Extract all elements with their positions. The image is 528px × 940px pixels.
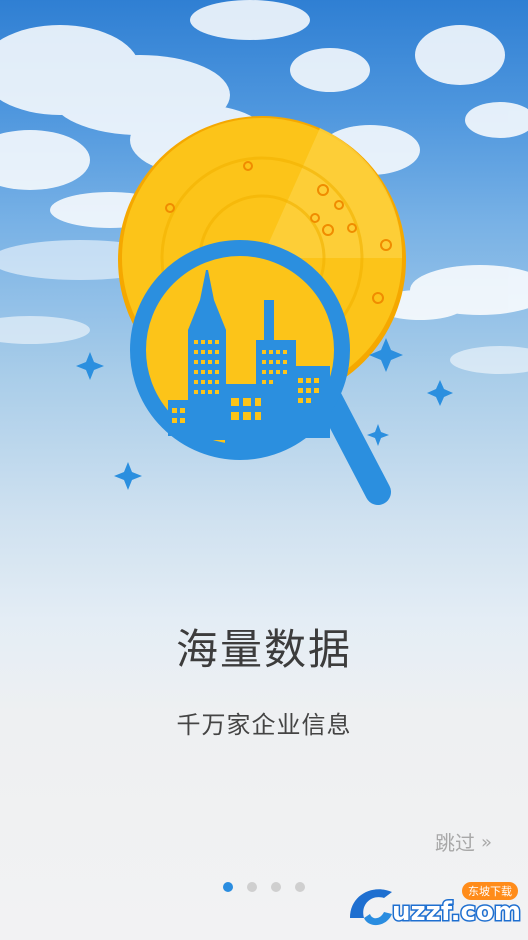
onboarding-subtitle: 千万家企业信息 — [176, 711, 352, 739]
onboarding-title: 海量数据 — [175, 625, 352, 674]
page-dot[interactable] — [295, 882, 305, 892]
skip-label: 跳过 — [434, 831, 475, 855]
magnifier-city-icon — [76, 116, 453, 505]
page-dot[interactable] — [247, 882, 257, 892]
uzzf-watermark-logo: 东坡下载 uzzf.com — [350, 882, 522, 929]
double-chevron-right-icon: » — [480, 832, 492, 853]
page-dot-active[interactable] — [223, 882, 233, 892]
skip-button[interactable]: 跳过 » — [434, 826, 492, 860]
page-dot[interactable] — [271, 882, 281, 892]
svg-text:uzzf.com: uzzf.com — [392, 897, 521, 927]
